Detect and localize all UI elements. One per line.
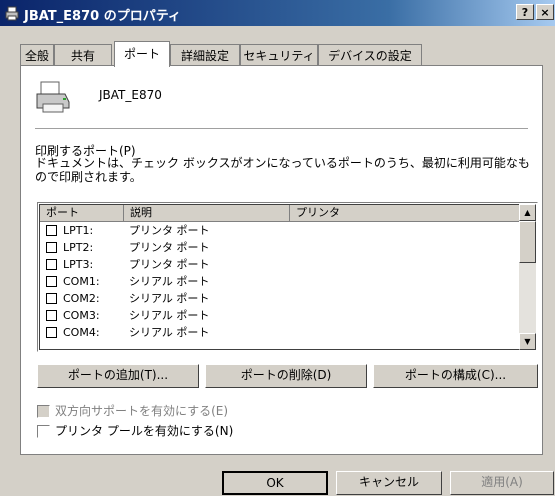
ok-label: OK xyxy=(266,476,284,490)
port-description: シリアル ポート xyxy=(129,292,210,305)
port-name: COM1: xyxy=(63,275,100,288)
list-item[interactable]: COM3: シリアル ポート xyxy=(40,307,519,324)
tab-security[interactable]: セキュリティ xyxy=(240,44,318,66)
separator xyxy=(35,128,528,130)
apply-button[interactable]: 適用(A) xyxy=(450,471,554,495)
tab-advanced[interactable]: 詳細設定 xyxy=(170,44,240,66)
configure-port-button[interactable]: ポートの構成(C)... xyxy=(373,364,538,388)
checkbox-box[interactable] xyxy=(37,425,50,438)
ports-description: ドキュメントは、チェック ボックスがオンになっているポートのうち、最初に利用可能… xyxy=(35,156,530,184)
list-header: ポート 説明 プリンタ xyxy=(40,205,519,222)
port-checkbox[interactable] xyxy=(46,225,57,236)
port-checkbox[interactable] xyxy=(46,242,57,253)
list-item[interactable]: LPT3: プリンタ ポート xyxy=(40,256,519,273)
ok-button[interactable]: OK xyxy=(222,471,328,495)
port-checkbox[interactable] xyxy=(46,310,57,321)
printer-name: JBAT_E870 xyxy=(99,88,162,102)
port-description: シリアル ポート xyxy=(129,275,210,288)
scroll-thumb[interactable] xyxy=(519,221,536,263)
port-name: COM3: xyxy=(63,309,100,322)
list-item[interactable]: COM2: シリアル ポート xyxy=(40,290,519,307)
port-description: シリアル ポート xyxy=(129,326,210,339)
header-port[interactable]: ポート xyxy=(40,205,124,221)
cancel-button[interactable]: キャンセル xyxy=(336,471,442,495)
close-button[interactable]: × xyxy=(536,4,554,20)
port-description: プリンタ ポート xyxy=(129,258,210,271)
list-item[interactable]: COM4: シリアル ポート xyxy=(40,324,519,341)
help-button[interactable]: ? xyxy=(516,4,534,20)
printer-pool-label: プリンタ プールを有効にする(N) xyxy=(55,424,234,438)
port-name: LPT2: xyxy=(63,241,94,254)
port-description: プリンタ ポート xyxy=(129,224,210,237)
list-item[interactable]: LPT1: プリンタ ポート xyxy=(40,222,519,239)
add-port-button[interactable]: ポートの追加(T)... xyxy=(37,364,199,388)
port-checkbox[interactable] xyxy=(46,327,57,338)
port-name: COM2: xyxy=(63,292,100,305)
tab-ports[interactable]: ポート xyxy=(114,41,170,67)
port-checkbox[interactable] xyxy=(46,293,57,304)
checkbox-box[interactable] xyxy=(37,405,50,418)
ports-panel: JBAT_E870 印刷するポート(P) ドキュメントは、チェック ボックスがオ… xyxy=(20,65,543,455)
delete-port-button[interactable]: ポートの削除(D) xyxy=(205,364,367,388)
scroll-up-icon[interactable]: ▲ xyxy=(519,204,536,221)
list-item[interactable]: LPT2: プリンタ ポート xyxy=(40,239,519,256)
list-item[interactable]: COM1: シリアル ポート xyxy=(40,273,519,290)
port-checkbox[interactable] xyxy=(46,276,57,287)
bidirectional-label: 双方向サポートを有効にする(E) xyxy=(55,404,229,418)
apply-label: 適用(A) xyxy=(481,475,523,489)
port-name: COM4: xyxy=(63,326,100,339)
vertical-scrollbar[interactable]: ▲ ▼ xyxy=(519,204,536,350)
port-checkbox[interactable] xyxy=(46,259,57,270)
window-title: JBAT_E870 のプロパティ xyxy=(24,9,181,24)
port-description: プリンタ ポート xyxy=(129,241,210,254)
tab-device-settings[interactable]: デバイスの設定 xyxy=(318,44,422,66)
ports-list[interactable]: ポート 説明 プリンタ LPT1: プリンタ ポート LPT2: プリンタ ポー… xyxy=(37,202,538,352)
cancel-label: キャンセル xyxy=(358,475,419,489)
port-description: シリアル ポート xyxy=(129,309,210,322)
printer-icon xyxy=(5,6,19,21)
title-bar: JBAT_E870 のプロパティ ? × xyxy=(0,0,555,26)
tab-general[interactable]: 全般 xyxy=(20,44,54,66)
printer-icon xyxy=(36,81,70,113)
header-description[interactable]: 説明 xyxy=(124,205,290,221)
port-name: LPT1: xyxy=(63,224,94,237)
tab-sharing[interactable]: 共有 xyxy=(54,44,112,66)
scroll-down-icon[interactable]: ▼ xyxy=(519,333,536,350)
port-name: LPT3: xyxy=(63,258,94,271)
ports-list-body: ポート 説明 プリンタ LPT1: プリンタ ポート LPT2: プリンタ ポー… xyxy=(39,204,519,350)
header-printer[interactable]: プリンタ xyxy=(290,205,519,221)
